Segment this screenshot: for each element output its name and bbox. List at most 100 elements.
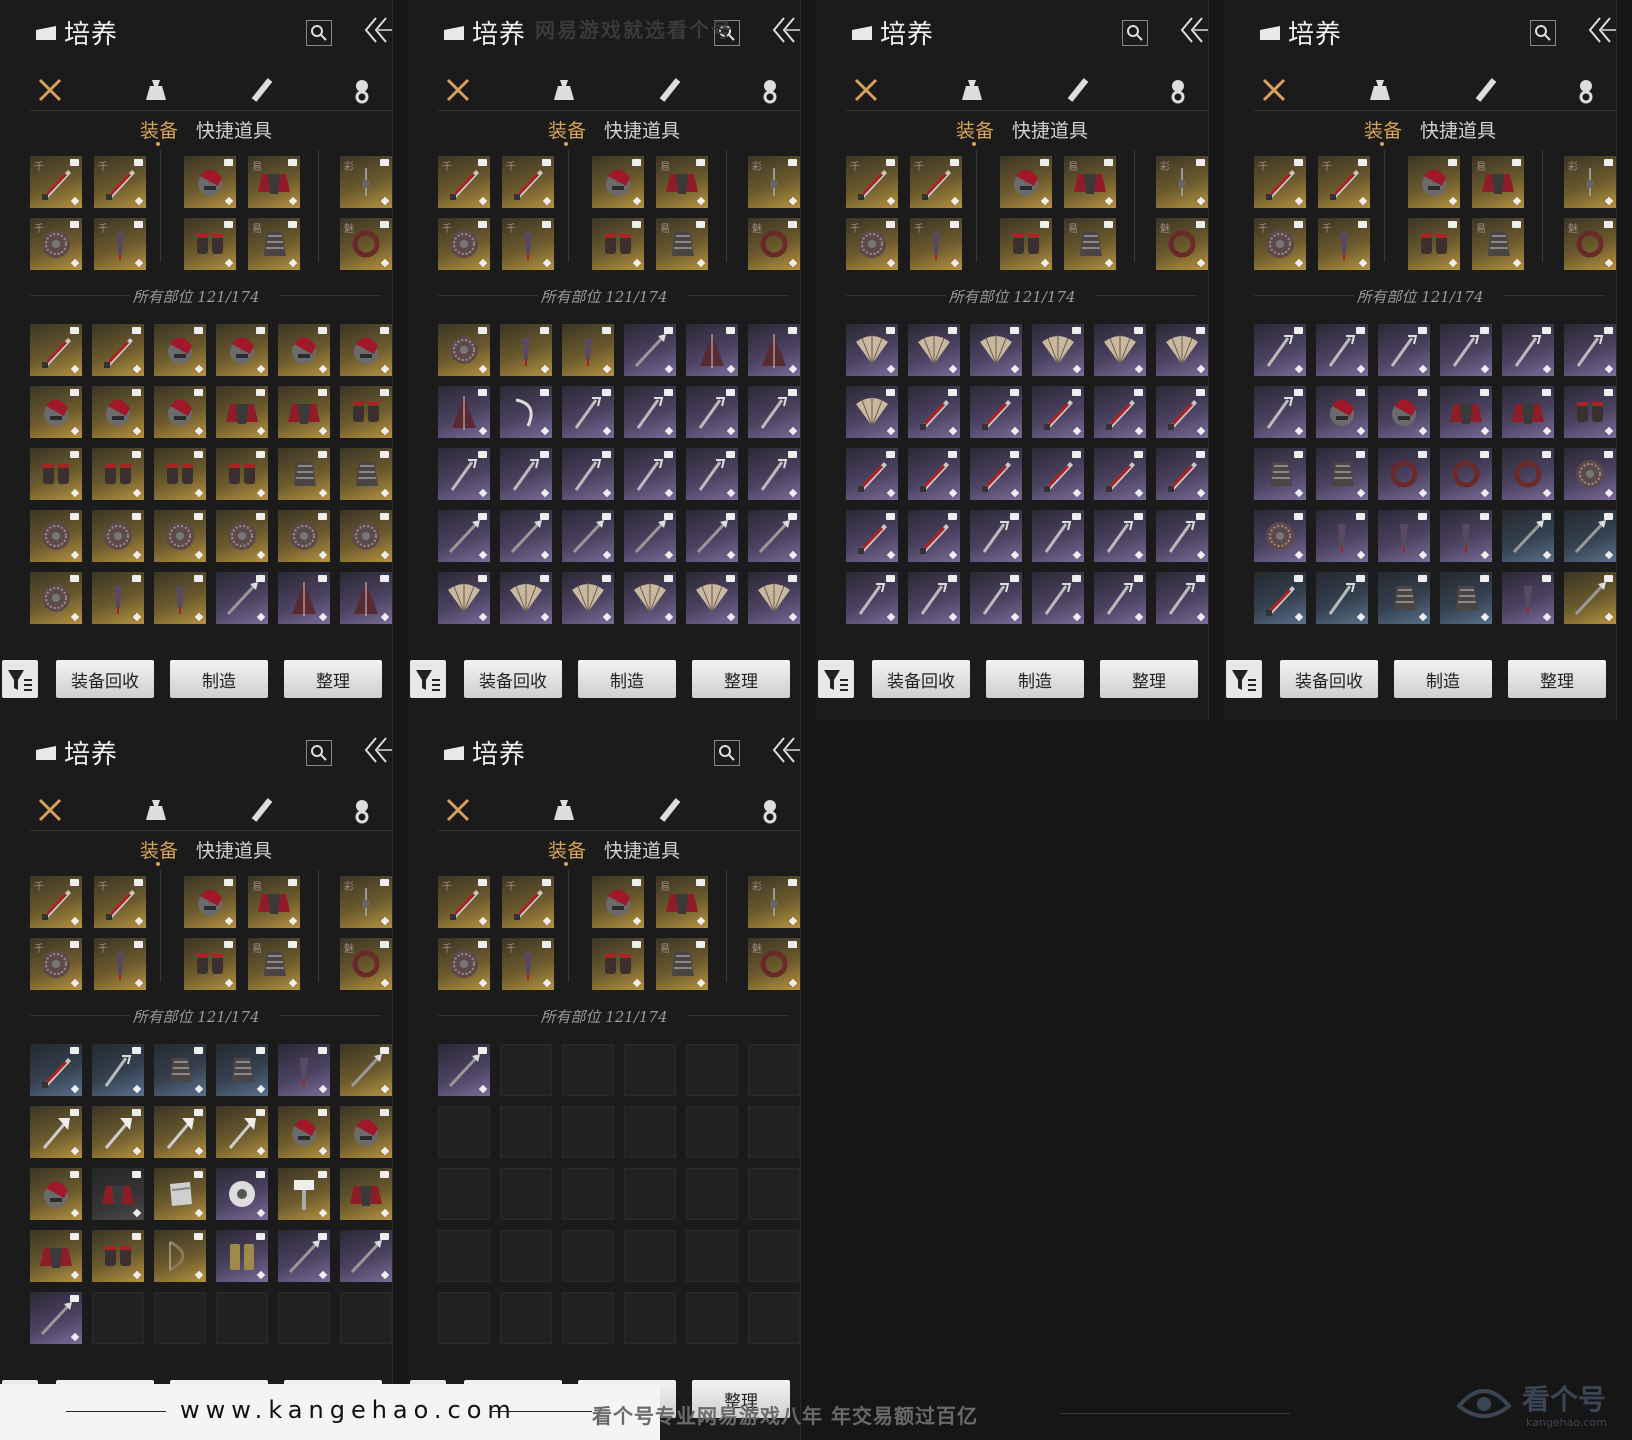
tab-crossed-swords[interactable] [36,76,64,104]
inventory-slot[interactable] [624,572,676,624]
inventory-slot[interactable] [30,1230,82,1282]
filter-button[interactable] [1226,660,1262,698]
equipped-slot[interactable]: 魅 [1564,218,1616,270]
inventory-slot[interactable] [438,386,490,438]
empty-inventory-slot[interactable] [748,1230,800,1282]
inventory-slot[interactable] [1564,386,1616,438]
inventory-slot[interactable] [278,1106,330,1158]
subtab-equipment[interactable]: 装备 [140,836,178,863]
inventory-slot[interactable] [500,510,552,562]
equipped-slot[interactable]: 易 [1472,156,1524,208]
tab-crossed-swords[interactable] [444,76,472,104]
tab-scroll[interactable] [1472,76,1500,104]
tab-pouch[interactable] [550,76,578,104]
subtab-equipment[interactable]: 装备 [1364,116,1402,143]
subtab-equipment[interactable]: 装备 [548,116,586,143]
inventory-slot[interactable] [686,386,738,438]
tab-token[interactable] [756,76,784,104]
sort-button[interactable]: 整理 [284,660,382,698]
equipped-slot[interactable] [184,218,236,270]
back-button[interactable] [770,734,800,766]
inventory-slot[interactable] [908,448,960,500]
search-button[interactable] [1530,20,1556,46]
equipped-slot[interactable] [592,876,644,928]
inventory-slot[interactable] [30,1106,82,1158]
equipped-slot[interactable]: 千 [502,218,554,270]
equipped-slot[interactable]: 千 [846,218,898,270]
inventory-slot[interactable] [1254,510,1306,562]
inventory-slot[interactable] [908,324,960,376]
equipped-slot[interactable]: 千 [502,938,554,990]
subtab-quick-items[interactable]: 快捷道具 [604,116,680,143]
inventory-slot[interactable] [92,572,144,624]
inventory-slot[interactable] [908,510,960,562]
inventory-slot[interactable] [438,448,490,500]
inventory-slot[interactable] [624,324,676,376]
tab-crossed-swords[interactable] [1260,76,1288,104]
equipped-slot[interactable]: 千 [30,156,82,208]
inventory-slot[interactable] [1440,386,1492,438]
inventory-slot[interactable] [216,1168,268,1220]
inventory-slot[interactable] [1094,448,1146,500]
empty-inventory-slot[interactable] [500,1044,552,1096]
inventory-slot[interactable] [1156,386,1208,438]
equipped-slot[interactable]: 千 [1318,156,1370,208]
inventory-slot[interactable] [624,510,676,562]
inventory-slot[interactable] [500,324,552,376]
equipped-slot[interactable]: 易 [1472,218,1524,270]
inventory-slot[interactable] [1156,324,1208,376]
inventory-slot[interactable] [624,448,676,500]
inventory-slot[interactable] [278,1168,330,1220]
back-button[interactable] [1178,14,1208,46]
inventory-slot[interactable] [92,386,144,438]
equipped-slot[interactable]: 易 [248,876,300,928]
inventory-slot[interactable] [1564,324,1616,376]
equipped-slot[interactable]: 魅 [340,218,392,270]
inventory-slot[interactable] [278,448,330,500]
inventory-slot[interactable] [1032,448,1084,500]
inventory-slot[interactable] [1502,510,1554,562]
equipped-slot[interactable]: 易 [248,156,300,208]
footer-url[interactable]: www.kangehao.com [180,1396,517,1424]
equipped-slot[interactable]: 千 [910,218,962,270]
inventory-slot[interactable] [1564,510,1616,562]
filter-button[interactable] [818,660,854,698]
inventory-slot[interactable] [154,510,206,562]
equipped-slot[interactable] [592,218,644,270]
tab-scroll[interactable] [248,796,276,824]
inventory-slot[interactable] [562,510,614,562]
equipped-slot[interactable]: 易 [656,938,708,990]
empty-inventory-slot[interactable] [562,1044,614,1096]
equipped-slot[interactable]: 彩 [748,876,800,928]
inventory-slot[interactable] [748,448,800,500]
equipped-slot[interactable]: 千 [94,218,146,270]
inventory-slot[interactable] [92,1044,144,1096]
inventory-slot[interactable] [92,510,144,562]
filter-button[interactable] [2,660,38,698]
empty-inventory-slot[interactable] [624,1168,676,1220]
search-button[interactable] [306,740,332,766]
inventory-slot[interactable] [1378,510,1430,562]
empty-inventory-slot[interactable] [686,1106,738,1158]
equipped-slot[interactable]: 千 [502,156,554,208]
search-button[interactable] [306,20,332,46]
inventory-slot[interactable] [846,572,898,624]
inventory-slot[interactable] [340,1106,392,1158]
inventory-slot[interactable] [1094,572,1146,624]
subtab-equipment[interactable]: 装备 [548,836,586,863]
equipped-slot[interactable]: 魅 [1156,218,1208,270]
equipped-slot[interactable]: 彩 [1156,156,1208,208]
inventory-slot[interactable] [1156,448,1208,500]
tab-scroll[interactable] [656,76,684,104]
inventory-slot[interactable] [1094,386,1146,438]
equipped-slot[interactable] [1408,218,1460,270]
tab-crossed-swords[interactable] [852,76,880,104]
inventory-slot[interactable] [278,386,330,438]
tab-token[interactable] [1164,76,1192,104]
empty-inventory-slot[interactable] [624,1044,676,1096]
inventory-slot[interactable] [438,324,490,376]
inventory-slot[interactable] [1316,386,1368,438]
inventory-slot[interactable] [1032,324,1084,376]
subtab-quick-items[interactable]: 快捷道具 [196,116,272,143]
empty-inventory-slot[interactable] [748,1292,800,1344]
